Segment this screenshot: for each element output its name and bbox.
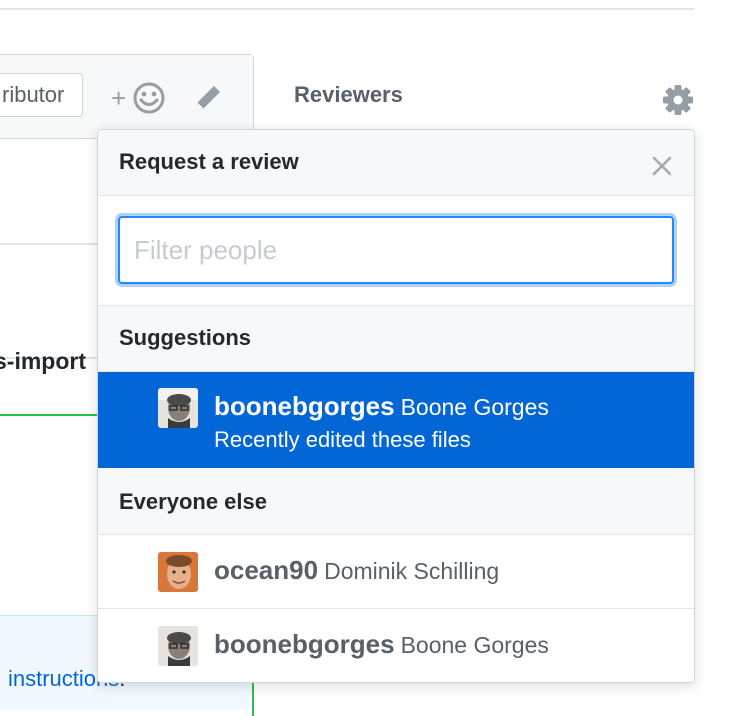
contributor-badge: ributor — [0, 73, 83, 117]
suggestions-header: Suggestions — [98, 306, 694, 372]
list-item-user: ocean90 Dominik Schilling — [214, 555, 499, 586]
top-divider — [0, 8, 694, 10]
user-login: ocean90 — [214, 555, 319, 585]
avatar — [158, 388, 198, 428]
suggestions-label: Suggestions — [119, 325, 252, 350]
popover-header: Request a review — [98, 130, 694, 196]
suggestion-reason: Recently edited these files — [214, 427, 471, 452]
popover-title: Request a review — [119, 149, 299, 174]
gear-icon[interactable] — [662, 84, 694, 116]
list-item-user: boonebgorges Boone Gorges — [214, 629, 549, 660]
smiley-icon[interactable]: + — [109, 81, 169, 115]
list-item[interactable]: boonebgorges Boone Gorges — [98, 609, 694, 682]
list-item[interactable]: ocean90 Dominik Schilling — [98, 535, 694, 609]
reviewers-title: Reviewers — [294, 82, 403, 107]
user-login: boonebgorges — [214, 391, 395, 421]
user-login: boonebgorges — [214, 629, 395, 659]
user-full-name: Boone Gorges — [400, 632, 549, 658]
close-icon[interactable] — [650, 154, 674, 178]
request-review-popover: Request a review Suggestions boonebgorge… — [97, 129, 695, 683]
suggestion-user: boonebgorges Boone Gorges — [214, 391, 549, 422]
filter-area — [98, 196, 694, 306]
everyone-else-label: Everyone else — [119, 489, 267, 514]
pencil-icon[interactable] — [191, 81, 225, 115]
file-name[interactable]: s-import — [0, 348, 86, 375]
user-full-name: Dominik Schilling — [324, 558, 500, 584]
suggestion-item[interactable]: boonebgorges Boone Gorges Recently edited… — [98, 372, 694, 468]
filter-people-input[interactable] — [118, 216, 674, 284]
avatar — [158, 626, 198, 666]
everyone-else-header: Everyone else — [98, 468, 694, 535]
avatar — [158, 552, 198, 592]
svg-text:+: + — [111, 83, 126, 113]
comment-header: ributor + — [0, 55, 253, 139]
user-full-name: Boone Gorges — [400, 394, 549, 420]
